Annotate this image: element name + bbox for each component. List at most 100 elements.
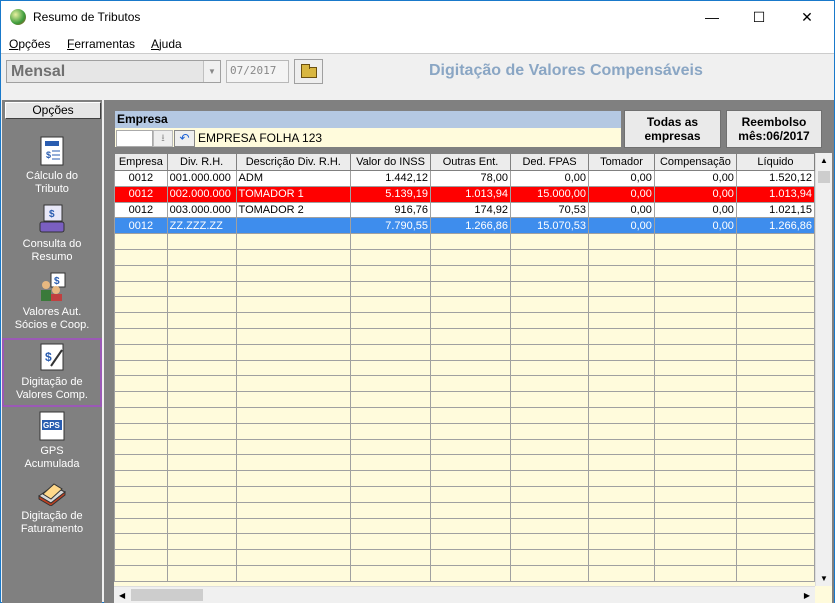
empty-cell[interactable] <box>114 312 168 329</box>
empty-cell[interactable] <box>114 485 168 503</box>
empty-cell[interactable] <box>510 470 590 487</box>
empty-cell[interactable] <box>430 422 512 440</box>
empty-cell[interactable] <box>510 517 590 535</box>
empty-cell[interactable] <box>166 549 237 566</box>
empty-cell[interactable] <box>350 296 432 314</box>
empty-cell[interactable] <box>510 485 590 503</box>
empty-cell[interactable] <box>653 485 737 503</box>
empty-cell[interactable] <box>350 533 432 551</box>
download-icon[interactable]: ⭳ <box>153 130 173 147</box>
empty-cell[interactable] <box>166 327 237 345</box>
empty-cell[interactable] <box>350 233 432 250</box>
empty-cell[interactable] <box>166 312 237 329</box>
table-row-selected[interactable]: 0012 002.000.000 TOMADOR 1 5.139,19 1.01… <box>114 185 816 203</box>
empty-cell[interactable] <box>510 327 590 345</box>
empty-cell[interactable] <box>166 454 237 472</box>
cell-tomador[interactable]: 0,00 <box>588 185 655 203</box>
cell-div-rh[interactable]: ZZ.ZZZ.ZZ <box>166 217 237 235</box>
empty-cell[interactable] <box>510 501 590 519</box>
empty-cell[interactable] <box>510 296 590 314</box>
empty-cell[interactable] <box>235 391 352 408</box>
empty-cell[interactable] <box>510 549 590 566</box>
empty-cell[interactable] <box>430 485 512 503</box>
mode-select[interactable]: Mensal ▼ <box>6 60 221 83</box>
empty-cell[interactable] <box>114 438 168 456</box>
cell-tomador[interactable]: 0,00 <box>588 201 655 219</box>
empty-cell[interactable] <box>430 533 512 551</box>
menu-opcoes[interactable]: Opções <box>9 37 50 51</box>
cell-valor-inss[interactable]: 7.790,55 <box>350 217 432 235</box>
cell-div-rh[interactable]: 003.000.000 <box>166 201 237 219</box>
empty-row[interactable] <box>114 438 816 456</box>
empty-cell[interactable] <box>350 359 432 377</box>
empty-cell[interactable] <box>166 248 237 266</box>
empty-cell[interactable] <box>588 375 655 393</box>
col-descricao[interactable]: Descrição Div. R.H. <box>235 153 352 171</box>
cell-compensacao[interactable]: 0,00 <box>653 201 737 219</box>
chevron-down-icon[interactable]: ▼ <box>203 61 220 82</box>
empty-cell[interactable] <box>653 549 737 566</box>
minimize-button[interactable]: — <box>689 1 735 33</box>
empty-cell[interactable] <box>166 422 237 440</box>
empty-cell[interactable] <box>588 454 655 472</box>
empty-cell[interactable] <box>235 533 352 551</box>
empty-cell[interactable] <box>430 549 512 566</box>
empty-cell[interactable] <box>510 312 590 329</box>
empty-cell[interactable] <box>114 517 168 535</box>
empty-cell[interactable] <box>588 248 655 266</box>
empty-cell[interactable] <box>735 248 816 266</box>
empty-cell[interactable] <box>114 391 168 408</box>
cell-ded-fpas[interactable]: 70,53 <box>510 201 590 219</box>
empty-cell[interactable] <box>653 343 737 361</box>
scroll-down-icon[interactable]: ▼ <box>820 574 828 583</box>
empty-cell[interactable] <box>510 233 590 250</box>
empty-cell[interactable] <box>350 454 432 472</box>
empty-cell[interactable] <box>510 454 590 472</box>
empty-cell[interactable] <box>350 312 432 329</box>
empty-cell[interactable] <box>735 438 816 456</box>
cell-outras-ent[interactable]: 174,92 <box>430 201 512 219</box>
empty-cell[interactable] <box>510 343 590 361</box>
cell-ded-fpas[interactable]: 15.000,00 <box>510 185 590 203</box>
col-ded-fpas[interactable]: Ded. FPAS <box>510 153 590 171</box>
empty-cell[interactable] <box>653 296 737 314</box>
empty-cell[interactable] <box>653 391 737 408</box>
empty-cell[interactable] <box>735 233 816 250</box>
empty-cell[interactable] <box>235 438 352 456</box>
empty-cell[interactable] <box>430 359 512 377</box>
empty-cell[interactable] <box>735 485 816 503</box>
empty-cell[interactable] <box>510 533 590 551</box>
empty-cell[interactable] <box>510 359 590 377</box>
empty-cell[interactable] <box>653 233 737 250</box>
nav-digitacao-valores[interactable]: $ Digitação de Valores Comp. <box>2 338 102 407</box>
empty-cell[interactable] <box>588 233 655 250</box>
empty-row[interactable] <box>114 296 816 314</box>
empty-cell[interactable] <box>588 264 655 282</box>
empty-cell[interactable] <box>235 343 352 361</box>
empty-cell[interactable] <box>588 406 655 424</box>
empty-cell[interactable] <box>114 264 168 282</box>
empty-cell[interactable] <box>510 564 590 582</box>
empty-cell[interactable] <box>430 296 512 314</box>
empty-cell[interactable] <box>653 359 737 377</box>
empty-cell[interactable] <box>235 485 352 503</box>
empty-row[interactable] <box>114 454 816 472</box>
cell-empresa[interactable]: 0012 <box>114 170 168 187</box>
empty-cell[interactable] <box>588 533 655 551</box>
empty-cell[interactable] <box>430 454 512 472</box>
empty-cell[interactable] <box>653 264 737 282</box>
empty-cell[interactable] <box>350 391 432 408</box>
empty-cell[interactable] <box>166 564 237 582</box>
empty-cell[interactable] <box>114 296 168 314</box>
empty-cell[interactable] <box>430 501 512 519</box>
empty-cell[interactable] <box>430 375 512 393</box>
empty-cell[interactable] <box>588 438 655 456</box>
empty-cell[interactable] <box>430 233 512 250</box>
empty-cell[interactable] <box>735 343 816 361</box>
empty-cell[interactable] <box>114 549 168 566</box>
empty-cell[interactable] <box>166 485 237 503</box>
empty-cell[interactable] <box>350 501 432 519</box>
empty-cell[interactable] <box>653 564 737 582</box>
empty-cell[interactable] <box>430 327 512 345</box>
empty-cell[interactable] <box>735 470 816 487</box>
